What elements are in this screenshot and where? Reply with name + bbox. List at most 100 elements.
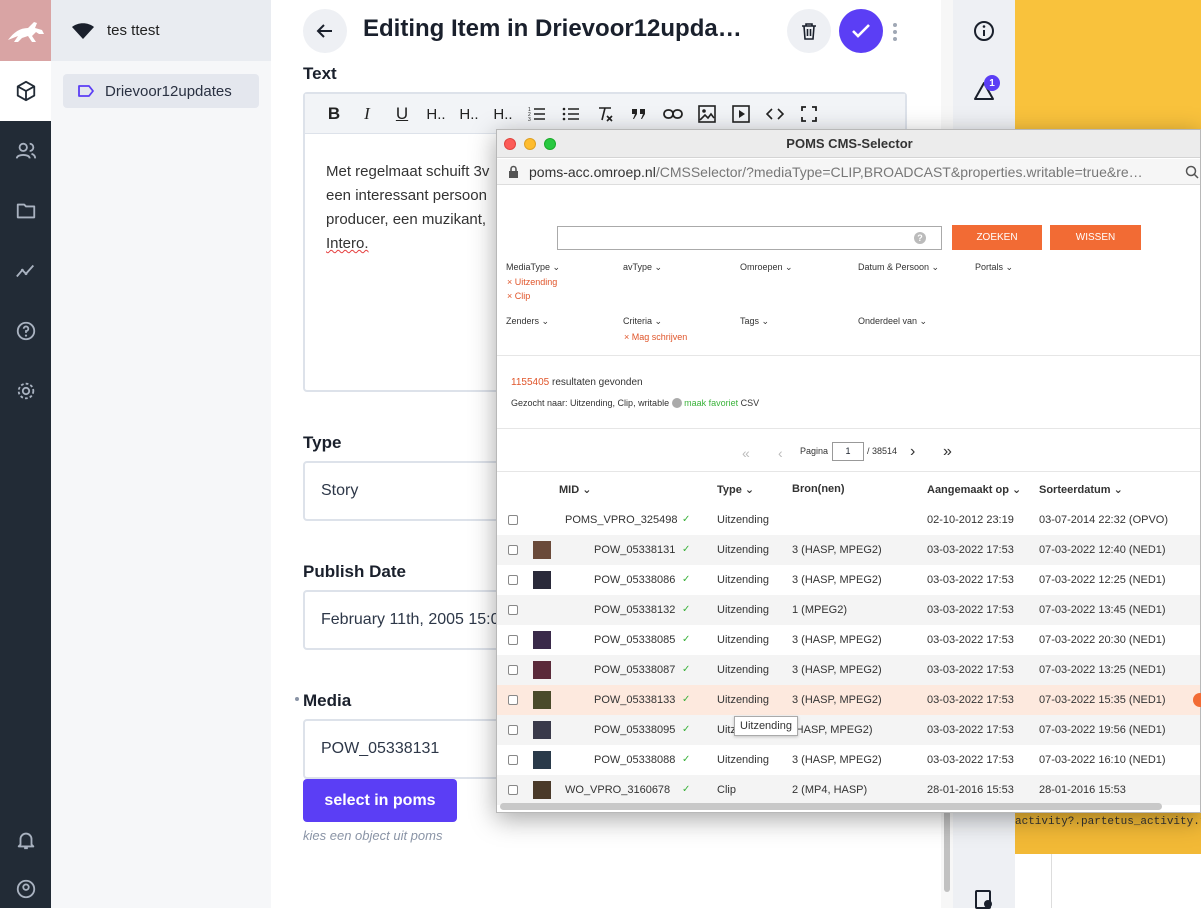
prev-page-icon[interactable]: ‹ <box>778 445 783 461</box>
table-row[interactable]: POW_05338132 ✓ Uitzending 1 (MPEG2) 03-03-20… <box>497 595 1200 625</box>
row-created: 03-03-2022 17:53 <box>927 694 1014 706</box>
window-close-button[interactable] <box>504 138 516 150</box>
nav-users[interactable] <box>0 121 51 181</box>
filter-datum-persoon[interactable]: Datum & Persoon ⌄ <box>858 262 939 273</box>
workspace-switcher[interactable]: tes ttest <box>51 0 271 61</box>
nav-content-manager[interactable] <box>0 61 51 121</box>
last-page-icon[interactable]: » <box>943 443 952 461</box>
filter-mediatype[interactable]: MediaType ⌄ <box>506 262 560 273</box>
table-row[interactable]: POW_05338085 ✓ Uitzending 3 (HASP, MPEG2) 03… <box>497 625 1200 655</box>
row-checkbox[interactable] <box>508 785 518 795</box>
fullscreen-button[interactable] <box>795 100 823 128</box>
col-aangemaakt[interactable]: Aangemaakt op ⌄ <box>927 483 1021 496</box>
heading3-button[interactable]: H.. <box>489 100 517 128</box>
filter-tags[interactable]: Tags ⌄ <box>740 316 769 327</box>
info-button[interactable] <box>973 20 995 42</box>
row-thumbnail <box>533 571 551 589</box>
filter-avtype[interactable]: avType ⌄ <box>623 262 662 273</box>
drag-dot <box>295 697 299 701</box>
app-logo[interactable] <box>0 0 51 61</box>
nav-settings[interactable] <box>0 361 51 421</box>
chip-uitzending[interactable]: × Uitzending <box>507 277 557 287</box>
csv-link[interactable]: CSV <box>741 398 760 408</box>
sidebar-item-drievoor12updates[interactable]: Drievoor12updates <box>63 74 259 108</box>
col-type[interactable]: Type ⌄ <box>717 483 754 496</box>
writable-check-icon: ✓ <box>682 544 691 555</box>
table-row[interactable]: POW_05338086 ✓ Uitzending 3 (HASP, MPEG2) 03… <box>497 565 1200 595</box>
row-checkbox[interactable] <box>508 635 518 645</box>
row-checkbox[interactable] <box>508 695 518 705</box>
chip-clip[interactable]: × Clip <box>507 291 530 301</box>
save-button[interactable] <box>839 9 883 53</box>
row-checkbox[interactable] <box>508 755 518 765</box>
help-question-icon[interactable]: ? <box>914 232 926 244</box>
filter-zenders[interactable]: Zenders ⌄ <box>506 316 549 327</box>
window-maximize-button[interactable] <box>544 138 556 150</box>
bold-button[interactable]: B <box>320 100 348 128</box>
clear-button[interactable]: WISSEN <box>1050 225 1141 250</box>
col-bron: Bron(nen) <box>792 483 845 495</box>
nav-analytics[interactable] <box>0 241 51 301</box>
row-checkbox[interactable] <box>508 665 518 675</box>
ordered-list-button[interactable]: 123 <box>523 100 551 128</box>
nav-notifications[interactable] <box>0 810 51 870</box>
underline-button[interactable]: U <box>388 100 416 128</box>
select-in-poms-button[interactable]: select in poms <box>303 779 457 822</box>
filter-onderdeel-van[interactable]: Onderdeel van ⌄ <box>858 316 927 327</box>
row-checkbox[interactable] <box>508 725 518 735</box>
nav-help[interactable] <box>0 301 51 361</box>
chip-mag-schrijven[interactable]: × Mag schrijven <box>624 332 687 342</box>
scrollbar-thumb[interactable] <box>944 808 950 892</box>
more-options-button[interactable] <box>889 22 901 42</box>
page-input[interactable]: 1 <box>832 442 864 461</box>
row-action-icon[interactable] <box>1193 693 1201 707</box>
page-title: Editing Item in Drievoor12upda… <box>363 15 742 42</box>
table-row[interactable]: POMS_VPRO_325498 ✓ Uitzending 02-10-2012 23… <box>497 505 1200 535</box>
code-button[interactable] <box>761 100 789 128</box>
delete-button[interactable] <box>787 9 831 53</box>
row-checkbox[interactable] <box>508 605 518 615</box>
window-minimize-button[interactable] <box>524 138 536 150</box>
quote-button[interactable] <box>625 100 653 128</box>
filter-omroepen[interactable]: Omroepen ⌄ <box>740 262 793 273</box>
image-button[interactable] <box>693 100 721 128</box>
search-button[interactable]: ZOEKEN <box>952 225 1042 250</box>
col-mid[interactable]: MID ⌄ <box>559 483 591 496</box>
horizontal-scrollbar[interactable] <box>500 803 1162 810</box>
table-row[interactable]: POW_05338095 ✓ Uitz (HASP, MPEG2) 03-03-2022… <box>497 715 1200 745</box>
table-row[interactable]: POW_05338087 ✓ Uitzending 3 (HASP, MPEG2) 03… <box>497 655 1200 685</box>
poms-search-input[interactable] <box>557 226 942 250</box>
italic-button[interactable]: I <box>353 100 381 128</box>
image-icon <box>698 105 716 123</box>
cube-icon <box>16 80 35 102</box>
bullet-list-button[interactable] <box>557 100 585 128</box>
table-row[interactable]: POW_05338088 ✓ Uitzending 3 (HASP, MPEG2) 03… <box>497 745 1200 775</box>
history-button[interactable] <box>973 888 995 909</box>
row-checkbox[interactable] <box>508 545 518 555</box>
video-button[interactable] <box>727 100 755 128</box>
nav-media[interactable] <box>0 181 51 241</box>
filter-portals[interactable]: Portals ⌄ <box>975 262 1013 273</box>
row-checkbox[interactable] <box>508 515 518 525</box>
back-button[interactable] <box>303 9 347 53</box>
first-page-icon[interactable]: « <box>742 445 750 461</box>
browser-search-icon[interactable] <box>1185 165 1199 179</box>
favorite-link[interactable]: maak favoriet <box>684 398 738 408</box>
heading2-button[interactable]: H.. <box>455 100 483 128</box>
url-bar[interactable]: poms-acc.omroep.nl/CMSSelector/?mediaTyp… <box>497 159 1200 185</box>
table-row[interactable]: POW_05338131 ✓ Uitzending 3 (HASP, MPEG2) 03… <box>497 535 1200 565</box>
table-row[interactable]: WO_VPRO_3160678 ✓ Clip 2 (MP4, HASP) 28-01-2… <box>497 775 1200 805</box>
table-row[interactable]: POW_05338133 ✓ Uitzending 3 (HASP, MPEG2) 03… <box>497 685 1200 715</box>
result-count: 1155405 resultaten gevonden <box>511 377 643 388</box>
filter-criteria[interactable]: Criteria ⌄ <box>623 316 662 327</box>
col-sorteerdatum[interactable]: Sorteerdatum ⌄ <box>1039 483 1123 496</box>
tag-icon <box>78 85 94 97</box>
editor-body-text[interactable]: Met regelmaat schuift 3v een interessant… <box>326 160 506 256</box>
heading1-button[interactable]: H.. <box>422 100 450 128</box>
next-page-icon[interactable]: › <box>910 443 915 461</box>
nav-profile[interactable] <box>0 870 51 908</box>
link-button[interactable] <box>659 100 687 128</box>
clear-format-button[interactable] <box>591 100 619 128</box>
row-checkbox[interactable] <box>508 575 518 585</box>
trash-icon <box>802 23 816 40</box>
